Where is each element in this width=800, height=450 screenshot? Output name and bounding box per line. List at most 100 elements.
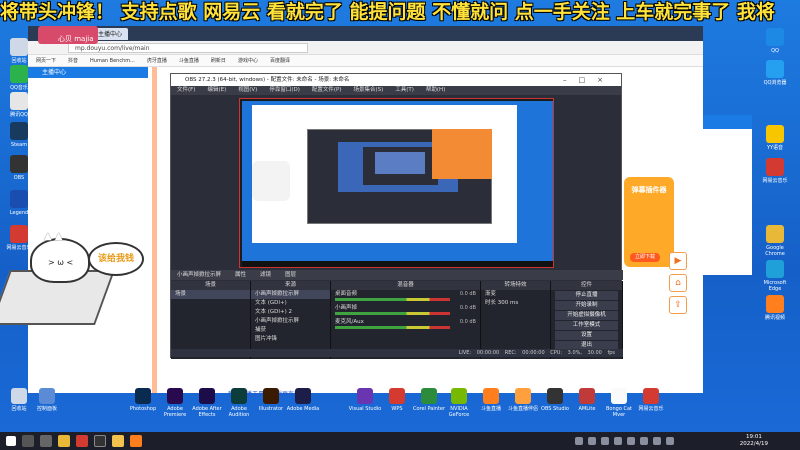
obs-title-text: OBS 27.2.3 (64-bit, windows) - 配置文件: 未命名…: [185, 77, 350, 83]
danmaku-overlay: 将带头冲锋！ 支持点歌 网易云 看就完了 能提问题 不懂就问 点一手关注 上车就…: [0, 1, 775, 23]
menu-tools[interactable]: 工具(T): [395, 86, 414, 95]
selected-source-name: 小画声掉掀拉示屏: [177, 272, 222, 278]
background-window[interactable]: [702, 115, 752, 275]
properties-button[interactable]: 属性: [235, 270, 246, 280]
bookmark-item[interactable]: Human Benchm...: [90, 58, 135, 64]
virtual-camera-button[interactable]: 开始虚拟摄像机: [555, 311, 618, 320]
nested-taskbar: [242, 261, 553, 267]
start-recording-button[interactable]: 开始录制: [555, 301, 618, 310]
floating-side-buttons: ▶ ⌂ ⇪: [669, 252, 691, 318]
desktop-icon-yy[interactable]: YY语音: [758, 125, 792, 151]
tray-icon[interactable]: [627, 437, 635, 445]
desktop-icon-control-panel[interactable]: 控制面板: [28, 388, 66, 412]
source-item[interactable]: 文本 (GDI+) 2: [251, 308, 330, 317]
menu-scene-collection[interactable]: 场景集合(S): [353, 86, 383, 95]
home-icon[interactable]: ⌂: [669, 274, 687, 292]
play-icon[interactable]: ▶: [669, 252, 687, 270]
duration-field[interactable]: 时长 300 ms: [481, 299, 550, 308]
windows-start-icon[interactable]: [6, 436, 16, 446]
cat-drawing: > ω <: [30, 231, 90, 283]
sidebar-header[interactable]: 主播中心: [28, 67, 148, 78]
source-item[interactable]: 小画声掉掀拉示屏: [251, 317, 330, 326]
search-icon[interactable]: [22, 435, 34, 447]
windows-taskbar: 19:01 2022/4/19: [0, 432, 800, 450]
promo-download-button[interactable]: 立即下载: [630, 253, 660, 262]
sources-panel: 来源 小画声掉掀拉示屏 文本 (GDI+) 文本 (GDI+) 2 小画声掉掀拉…: [251, 281, 331, 359]
scenes-header: 场景: [171, 281, 250, 290]
nested-promo: [432, 129, 492, 179]
tray-icon[interactable]: [640, 437, 648, 445]
preview-canvas: [242, 101, 553, 267]
volume-meter[interactable]: [335, 326, 450, 329]
mixer-channel[interactable]: 桌面音频 0.0 dB: [331, 290, 480, 304]
tray-icon[interactable]: [653, 437, 661, 445]
desktop-icon-qq-right[interactable]: QQ: [758, 28, 792, 54]
bookmark-item[interactable]: 斗鱼直播: [179, 57, 199, 64]
douyu-taskbar-icon[interactable]: [130, 435, 142, 447]
filters-button[interactable]: 滤镜: [260, 270, 271, 280]
cat-face: > ω <: [48, 258, 74, 267]
share-icon[interactable]: ⇪: [669, 296, 687, 314]
taskbar-clock[interactable]: 19:01 2022/4/19: [740, 434, 768, 448]
source-item[interactable]: 文本 (GDI+): [251, 299, 330, 308]
studio-mode-button[interactable]: 工作室模式: [555, 321, 618, 330]
stop-streaming-button[interactable]: 停止直播: [555, 291, 618, 300]
mixer-channel[interactable]: 麦克风/Aux 0.0 dB: [331, 318, 480, 332]
desktop-icon-media-encoder[interactable]: Adobe Media: [284, 388, 322, 412]
transition-select[interactable]: 渐变: [481, 290, 550, 299]
browser-tabstrip: 主播中心: [28, 26, 703, 41]
source-item[interactable]: 捕获: [251, 326, 330, 335]
volume-meter[interactable]: [335, 298, 450, 301]
obs-source-toolbar: 小画声掉掀拉示屏 属性 滤镜 图层: [171, 270, 623, 280]
bookmark-item[interactable]: 虎牙直播: [147, 57, 167, 64]
window-controls[interactable]: –□×: [563, 74, 615, 86]
obs-menubar: 文件(F) 编辑(E) 视图(V) 停靠窗口(D) 配置文件(P) 场景集合(S…: [171, 86, 621, 95]
desktop-icon-netease-right[interactable]: 网易云音乐: [758, 158, 792, 184]
bookmarks-bar: 网页一下 抖音 Human Benchm... 虎牙直播 斗鱼直播 刷新日 游戏…: [28, 55, 703, 67]
source-item[interactable]: 小画声掉掀拉示屏: [251, 290, 330, 299]
bookmark-item[interactable]: 刷新日: [211, 57, 226, 64]
taskbar-apps: [22, 435, 142, 447]
menu-file[interactable]: 文件(F): [177, 86, 195, 95]
volume-meter[interactable]: [335, 312, 450, 315]
browser-toolbar: mp.douyu.com/live/main: [28, 41, 703, 55]
obs-statusbar: LIVE: 00:00:00 REC: 00:00:00 CPU: 3.0%, …: [171, 349, 623, 357]
bookmark-item[interactable]: 网页一下: [36, 57, 56, 64]
obs-preview[interactable]: [239, 98, 554, 268]
menu-profile[interactable]: 配置文件(P): [312, 86, 342, 95]
chrome-taskbar-icon[interactable]: [58, 435, 70, 447]
layer-button[interactable]: 图层: [285, 270, 296, 280]
bookmark-item[interactable]: 百度翻译: [270, 57, 290, 64]
netease-taskbar-icon[interactable]: [76, 435, 88, 447]
tray-icon[interactable]: [601, 437, 609, 445]
tray-icon[interactable]: [588, 437, 596, 445]
transitions-panel: 转场特效 渐变 时长 300 ms: [481, 281, 551, 359]
desktop-icon-chrome[interactable]: Google Chrome: [758, 225, 792, 257]
menu-help[interactable]: 帮助(H): [426, 86, 445, 95]
task-view-icon[interactable]: [40, 435, 52, 447]
audio-mixer-panel: 混音器 桌面音频 0.0 dB 小画声掉 0.0 dB 麦克风/Aux 0.0 dB: [331, 281, 481, 359]
desktop-icon-tencent-video[interactable]: 腾讯视频: [758, 295, 792, 321]
desktop-icon-edge[interactable]: Microsoft Edge: [758, 260, 792, 292]
desktop-icon-netease-bottom[interactable]: 网易云音乐: [632, 388, 670, 412]
address-bar[interactable]: mp.douyu.com/live/main: [68, 42, 308, 53]
menu-docks[interactable]: 停靠窗口(D): [269, 86, 300, 95]
tray-icon[interactable]: [666, 437, 674, 445]
source-item[interactable]: 图片冲锋: [251, 335, 330, 344]
obs-taskbar-icon[interactable]: [94, 435, 106, 447]
nested-obs-2: [363, 147, 438, 185]
mixer-channel[interactable]: 小画声掉 0.0 dB: [331, 304, 480, 318]
tray-icon[interactable]: [614, 437, 622, 445]
promo-card[interactable]: 弹幕插件器 立即下载: [624, 177, 674, 267]
tray-icon[interactable]: [575, 437, 583, 445]
desktop-icon-qqbrowser[interactable]: QQ浏览器: [758, 60, 792, 86]
menu-edit[interactable]: 编辑(E): [207, 86, 226, 95]
obs-window[interactable]: OBS 27.2.3 (64-bit, windows) - 配置文件: 未命名…: [170, 73, 623, 359]
bookmark-item[interactable]: 抖音: [68, 57, 78, 64]
menu-view[interactable]: 视图(V): [238, 86, 257, 95]
bookmark-item[interactable]: 游戏中心: [238, 57, 258, 64]
settings-button[interactable]: 设置: [555, 331, 618, 340]
clock-date: 2022/4/19: [739, 441, 768, 447]
folder-taskbar-icon[interactable]: [112, 435, 124, 447]
scene-item[interactable]: 场景: [171, 290, 250, 299]
